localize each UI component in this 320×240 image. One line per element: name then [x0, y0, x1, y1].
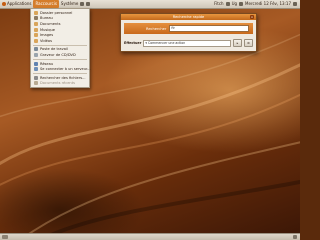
search-input[interactable]: fir — [169, 25, 249, 32]
action-select-value: Commencer une action — [148, 41, 186, 45]
chevron-down-icon: ▾ — [145, 41, 147, 45]
clock[interactable]: Mercredi 12 Fév, 13:17 — [245, 0, 291, 8]
search-window: Recherche rapide × Rechercher fir Effect… — [120, 13, 257, 52]
tray-label-2: Ug — [231, 1, 238, 6]
tools-button[interactable]: ⚙ — [244, 39, 253, 47]
menu-item-videos[interactable]: Vidéos — [31, 38, 89, 44]
server-icon — [34, 67, 38, 72]
search-label: Rechercher — [146, 26, 167, 31]
applications-menu[interactable]: Applications — [0, 0, 33, 8]
trash-icon[interactable] — [293, 235, 297, 239]
system-menu-label: Système — [60, 1, 79, 6]
gear-icon: ⚙ — [247, 41, 250, 45]
search-icon — [34, 75, 38, 80]
close-icon[interactable]: × — [250, 15, 254, 19]
menu-item-label: Rechercher des fichiers... — [40, 75, 86, 80]
menu-item-label: Réseau — [40, 61, 54, 66]
menu-separator — [33, 58, 87, 60]
places-menu[interactable]: Raccourcis — [33, 0, 59, 8]
show-desktop-icon[interactable] — [2, 235, 8, 239]
menu-item-label: Dossier personnel — [40, 10, 73, 15]
computer-icon — [34, 47, 38, 52]
menu-item-label: Se connecter à un serveur... — [40, 67, 91, 72]
folder-icon — [34, 21, 38, 26]
system-menu[interactable]: Système — [59, 0, 80, 8]
power-icon[interactable] — [293, 2, 297, 6]
action-label: Effectuer — [124, 41, 142, 45]
places-menu-label: Raccourcis — [35, 1, 57, 6]
bottom-panel — [0, 233, 300, 240]
menu-separator — [33, 72, 87, 74]
action-row: Effectuer ▾ Commencer une action ▸ ⚙ — [124, 39, 253, 47]
desktop-icon — [34, 16, 38, 21]
network-icon — [34, 61, 38, 66]
menu-item-recent-documents[interactable]: Documents récents — [31, 81, 89, 87]
folder-icon — [34, 38, 38, 43]
menu-item-connect-server[interactable]: Se connecter à un serveur... — [31, 66, 91, 72]
firefox-launcher-icon[interactable] — [80, 2, 85, 6]
menu-item-label: Graveur de CD/DVD — [40, 52, 76, 57]
folder-icon — [34, 33, 38, 38]
menu-item-label: Images — [40, 33, 54, 38]
menu-item-label: Musique — [40, 27, 56, 32]
go-button[interactable]: ▸ — [233, 39, 242, 47]
places-dropdown: Dossier personnel Bureau Documents Musiq… — [30, 8, 91, 89]
mail-launcher-icon[interactable] — [86, 2, 91, 6]
menu-item-label: Poste de travail — [40, 47, 68, 52]
cd-burner-icon — [34, 52, 38, 57]
menu-item-cd-burner[interactable]: Graveur de CD/DVD — [31, 52, 89, 58]
ubuntu-logo-icon — [2, 2, 6, 6]
network-icon[interactable] — [225, 2, 230, 6]
search-strip: Rechercher fir — [124, 23, 253, 34]
menu-item-label: Bureau — [40, 16, 53, 21]
home-folder-icon — [34, 10, 38, 15]
applications-menu-label: Applications — [7, 1, 32, 6]
menu-separator — [33, 44, 87, 46]
menu-item-label: Documents récents — [40, 81, 75, 86]
action-select[interactable]: ▾ Commencer une action — [143, 39, 231, 47]
panel-tray: Fitch Ug Mercredi 12 Fév, 13:17 — [214, 0, 300, 8]
window-title: Recherche rapide — [172, 15, 205, 19]
folder-icon — [34, 27, 38, 32]
menu-item-label: Documents — [40, 21, 61, 26]
menu-item-search-files[interactable]: Rechercher des fichiers... — [31, 75, 89, 81]
menu-item-label: Vidéos — [40, 38, 52, 43]
volume-icon[interactable] — [239, 2, 244, 6]
window-titlebar[interactable]: Recherche rapide × — [121, 14, 256, 20]
tray-label-1: Fitch — [214, 1, 224, 6]
recent-documents-icon — [34, 81, 38, 86]
